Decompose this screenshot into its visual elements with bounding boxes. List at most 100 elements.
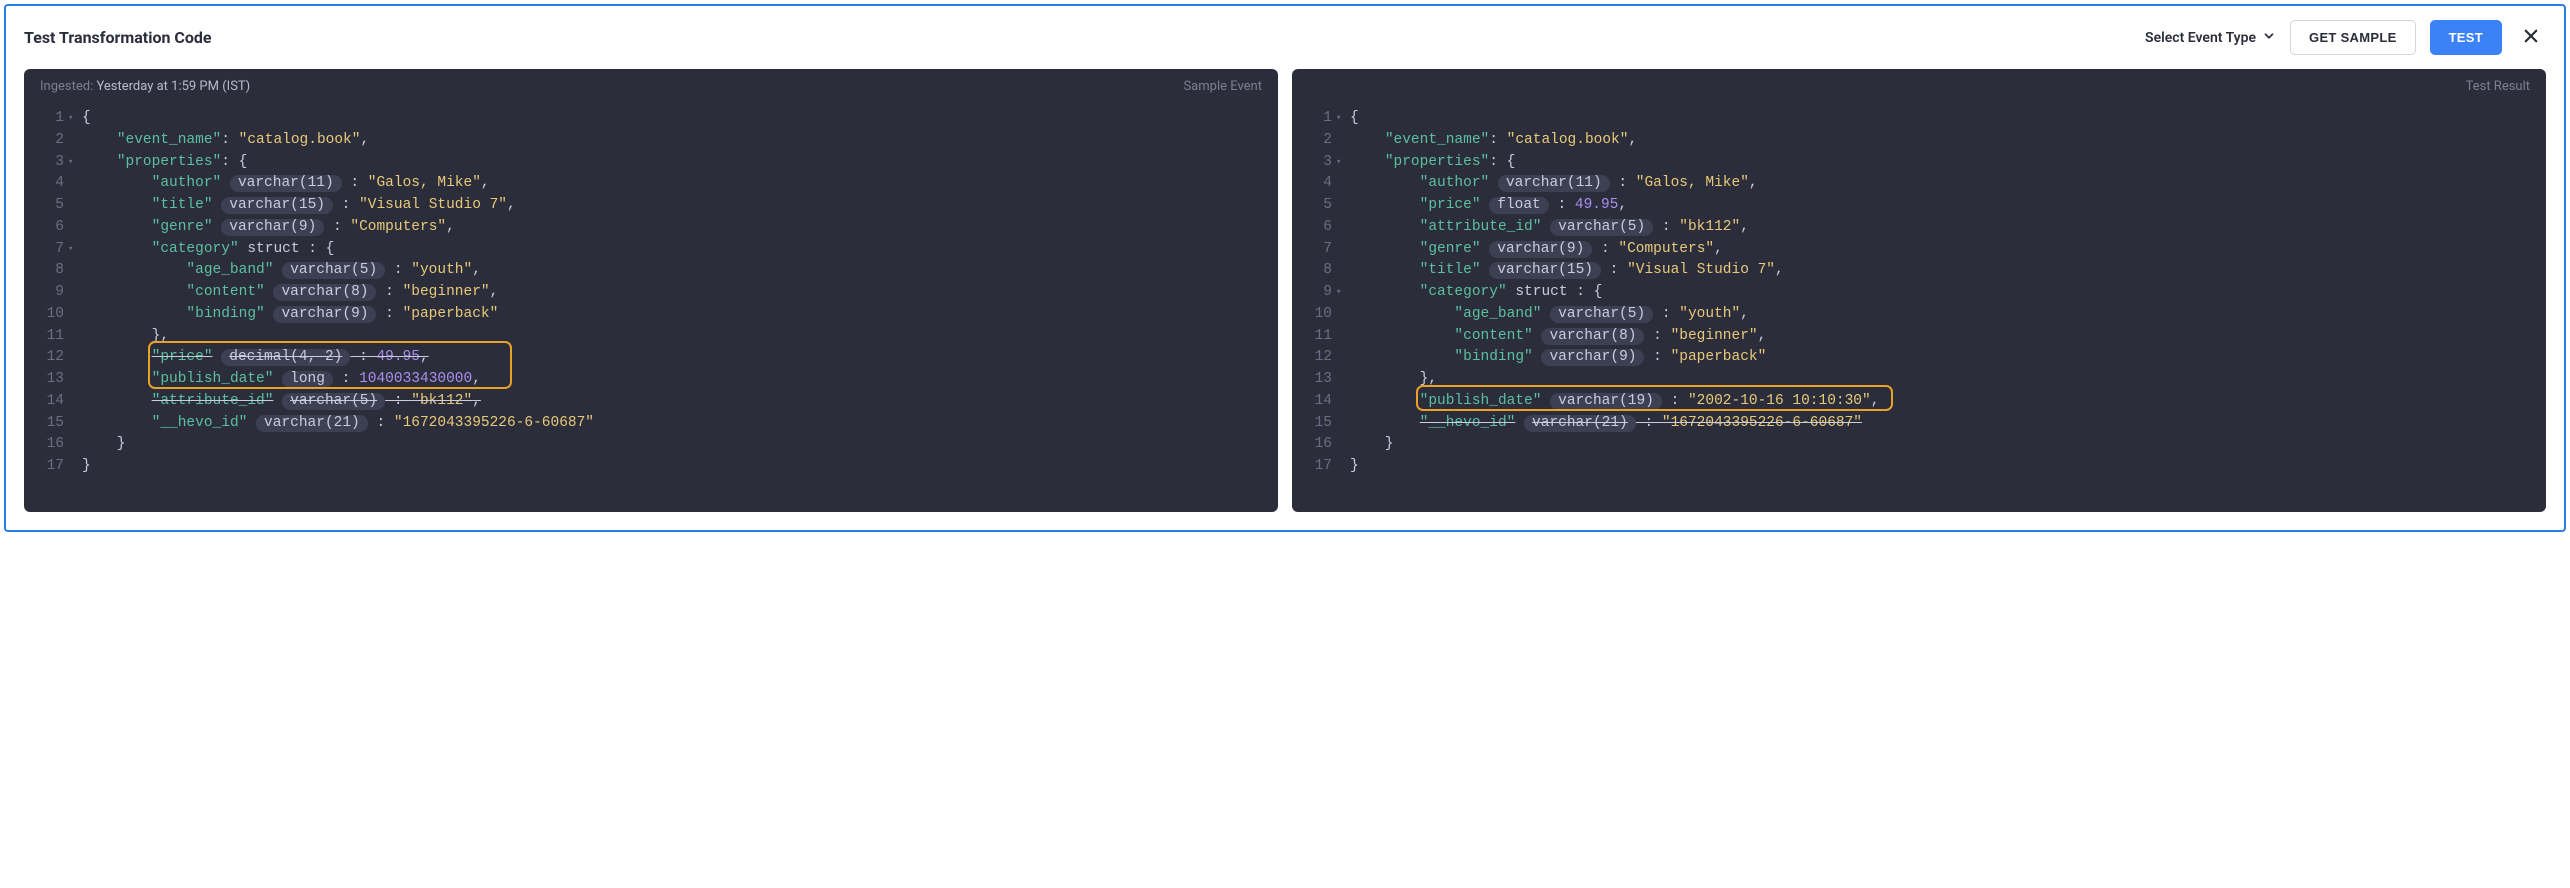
line-content: "publish_date" varchar(19) : "2002-10-16… [1350, 391, 1879, 413]
line-number: 13 [1292, 369, 1336, 391]
code-line: 8 "age_band" varchar(5) : "youth", [24, 260, 1268, 282]
line-number: 2 [24, 130, 68, 152]
line-number: 15 [1292, 413, 1336, 435]
code-line: 5 "title" varchar(15) : "Visual Studio 7… [24, 195, 1268, 217]
line-number: 7 [1292, 239, 1336, 261]
line-content: { [1350, 108, 1359, 130]
test-result-pane: Test Result 1▾{2 "event_name": "catalog.… [1292, 69, 2546, 512]
fold-icon[interactable]: ▾ [68, 112, 82, 126]
line-number: 3 [24, 152, 68, 174]
line-number: 3 [1292, 152, 1336, 174]
code-line: 8 "title" varchar(15) : "Visual Studio 7… [1292, 260, 2536, 282]
code-line: 11 "content" varchar(8) : "beginner", [1292, 326, 2536, 348]
code-line: 15 "__hevo_id" varchar(21) : "1672043395… [24, 413, 1268, 435]
line-content: "genre" varchar(9) : "Computers", [82, 217, 455, 239]
code-line: 10 "binding" varchar(9) : "paperback" [24, 304, 1268, 326]
line-content: "author" varchar(11) : "Galos, Mike", [1350, 173, 1758, 195]
line-number: 5 [24, 195, 68, 217]
code-line: 13 }, [1292, 369, 2536, 391]
code-line: 7▾ "category" struct : { [24, 239, 1268, 261]
ingested-info: Ingested: Yesterday at 1:59 PM (IST) [40, 79, 250, 94]
fold-icon[interactable]: ▾ [68, 156, 82, 170]
line-content: "__hevo_id" varchar(21) : "1672043395226… [82, 413, 594, 435]
test-result-code[interactable]: 1▾{2 "event_name": "catalog.book",3▾ "pr… [1292, 104, 2546, 482]
line-number: 11 [24, 326, 68, 348]
test-button[interactable]: TEST [2430, 20, 2502, 55]
code-line: 17} [24, 456, 1268, 478]
transformation-test-panel: Test Transformation Code Select Event Ty… [4, 4, 2566, 532]
line-number: 17 [24, 456, 68, 478]
code-line: 1▾{ [1292, 108, 2536, 130]
line-content: }, [1350, 369, 1437, 391]
select-event-label: Select Event Type [2145, 30, 2256, 46]
line-content: { [82, 108, 91, 130]
code-line: 4 "author" varchar(11) : "Galos, Mike", [1292, 173, 2536, 195]
code-line: 9 "content" varchar(8) : "beginner", [24, 282, 1268, 304]
line-number: 12 [1292, 347, 1336, 369]
line-content: "__hevo_id" varchar(21) : "1672043395226… [1350, 413, 1862, 435]
line-content: "age_band" varchar(5) : "youth", [82, 260, 481, 282]
line-content: "binding" varchar(9) : "paperback" [1350, 347, 1766, 369]
code-line: 14 "publish_date" varchar(19) : "2002-10… [1292, 391, 2536, 413]
code-panes: Ingested: Yesterday at 1:59 PM (IST) Sam… [24, 69, 2546, 512]
line-content: "properties": { [82, 152, 247, 174]
line-number: 15 [24, 413, 68, 435]
line-number: 10 [1292, 304, 1336, 326]
test-result-header: Test Result [1292, 69, 2546, 104]
header-actions: Select Event Type GET SAMPLE TEST [2145, 20, 2546, 55]
code-line: 17} [1292, 456, 2536, 478]
line-content: "event_name": "catalog.book", [1350, 130, 1637, 152]
get-sample-button[interactable]: GET SAMPLE [2290, 20, 2416, 55]
sample-event-header: Ingested: Yesterday at 1:59 PM (IST) Sam… [24, 69, 1278, 104]
line-content: "author" varchar(11) : "Galos, Mike", [82, 173, 490, 195]
test-result-tag: Test Result [2466, 79, 2530, 94]
line-content: "price" float : 49.95, [1350, 195, 1627, 217]
line-content: "attribute_id" varchar(5) : "bk112", [82, 391, 481, 413]
code-line: 7 "genre" varchar(9) : "Computers", [1292, 239, 2536, 261]
code-line: 6 "genre" varchar(9) : "Computers", [24, 217, 1268, 239]
line-content: "category" struct : { [1350, 282, 1602, 304]
fold-icon[interactable]: ▾ [1336, 286, 1350, 300]
ingested-label: Ingested: [40, 79, 93, 94]
code-line: 9▾ "category" struct : { [1292, 282, 2536, 304]
line-content: "content" varchar(8) : "beginner", [1350, 326, 1766, 348]
line-content: "binding" varchar(9) : "paperback" [82, 304, 498, 326]
line-number: 4 [1292, 173, 1336, 195]
sample-event-code[interactable]: 1▾{2 "event_name": "catalog.book",3▾ "pr… [24, 104, 1278, 482]
line-content: } [82, 434, 126, 456]
ingested-time: Yesterday at 1:59 PM (IST) [96, 79, 250, 94]
code-line: 1▾{ [24, 108, 1268, 130]
line-number: 10 [24, 304, 68, 326]
line-number: 9 [1292, 282, 1336, 304]
line-number: 16 [1292, 434, 1336, 456]
line-content: "attribute_id" varchar(5) : "bk112", [1350, 217, 1749, 239]
line-number: 12 [24, 347, 68, 369]
sample-event-tag: Sample Event [1183, 79, 1262, 94]
line-number: 16 [24, 434, 68, 456]
code-line: 3▾ "properties": { [1292, 152, 2536, 174]
fold-icon[interactable]: ▾ [1336, 112, 1350, 126]
line-number: 9 [24, 282, 68, 304]
code-line: 2 "event_name": "catalog.book", [1292, 130, 2536, 152]
code-line: 6 "attribute_id" varchar(5) : "bk112", [1292, 217, 2536, 239]
line-number: 13 [24, 369, 68, 391]
code-line: 16 } [1292, 434, 2536, 456]
line-number: 8 [24, 260, 68, 282]
fold-icon[interactable]: ▾ [68, 243, 82, 257]
line-number: 4 [24, 173, 68, 195]
line-number: 8 [1292, 260, 1336, 282]
line-number: 2 [1292, 130, 1336, 152]
select-event-type-dropdown[interactable]: Select Event Type [2145, 29, 2276, 47]
code-line: 12 "price" decimal(4, 2) : 49.95, [24, 347, 1268, 369]
line-content: "title" varchar(15) : "Visual Studio 7", [1350, 260, 1784, 282]
code-line: 12 "binding" varchar(9) : "paperback" [1292, 347, 2536, 369]
code-line: 15 "__hevo_id" varchar(21) : "1672043395… [1292, 413, 2536, 435]
line-content: } [82, 456, 91, 478]
line-number: 6 [24, 217, 68, 239]
line-number: 14 [1292, 391, 1336, 413]
fold-icon[interactable]: ▾ [1336, 156, 1350, 170]
page-title: Test Transformation Code [24, 28, 212, 47]
line-content: "age_band" varchar(5) : "youth", [1350, 304, 1749, 326]
close-icon[interactable] [2516, 26, 2546, 50]
code-line: 10 "age_band" varchar(5) : "youth", [1292, 304, 2536, 326]
